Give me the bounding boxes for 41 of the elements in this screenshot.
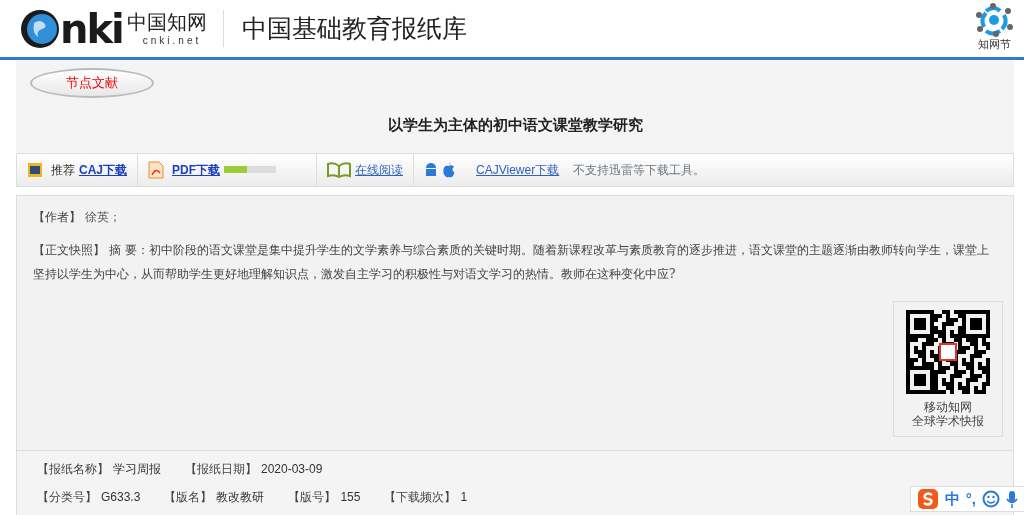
- logo-caption: 知网节: [977, 37, 1011, 54]
- pdf-icon: [148, 160, 164, 179]
- article-title: 以学生为主体的初中语文课堂教学研究: [387, 116, 643, 134]
- snapshot-text: 【正文快照】 摘 要：初中阶段的语文课堂是集中提升学生的文学素养与综合素质的关键时期。随着新课程改革与素质教育的逐步推进，语文课堂的主题逐渐由教师转向学生，课堂上坚持以学生为中心，从而帮助学生更好地理解知识点，激发自主学习的积极性与对语文学习的热情。教师在这种变化中应?: [33, 242, 989, 281]
- logo-domain: cnki.net: [142, 35, 203, 46]
- apple-icon: [442, 161, 456, 178]
- author-label: 【作者】: [33, 209, 81, 224]
- smiley-icon[interactable]: [982, 490, 1000, 508]
- field-value: 155: [340, 488, 361, 506]
- field-label: 【分类号】: [37, 488, 97, 506]
- logo-text: 中国知网: [126, 11, 207, 32]
- field-label: 【报纸名称】: [37, 460, 109, 478]
- download-note: 不支持迅雷等下载工具。: [573, 161, 706, 179]
- field-value: 教改教研: [216, 488, 265, 506]
- online-read-link[interactable]: 在线阅读: [355, 160, 403, 179]
- document-icon: [27, 161, 43, 178]
- caj-download-link[interactable]: CAJ下载: [79, 160, 127, 179]
- microphone-icon[interactable]: [1006, 490, 1018, 508]
- field-label: 【版号】: [288, 488, 337, 506]
- qr-caption: 移动知网: [923, 399, 973, 414]
- pdf-download-link[interactable]: PDF下载: [172, 160, 220, 179]
- input-mode-toggle[interactable]: 中: [944, 487, 960, 511]
- qr-caption: 全球学术快报: [911, 413, 985, 429]
- recommend-label: 推荐: [51, 161, 75, 179]
- node-tab[interactable]: 节点文献: [30, 68, 154, 98]
- author-name: 徐英；: [85, 209, 121, 224]
- flower-icon: [974, 3, 1014, 38]
- sogou-logo-icon[interactable]: [916, 488, 939, 510]
- globe-icon: [20, 8, 60, 49]
- punctuation-toggle[interactable]: °,: [965, 487, 976, 511]
- field-value: 1: [460, 488, 468, 506]
- field-label: 【下载频次】: [384, 488, 457, 506]
- field-value: 2020-03-09: [261, 460, 323, 478]
- field-label: 【版名】: [164, 488, 213, 506]
- book-icon: [327, 161, 351, 178]
- database-title: 中国基础教育报纸库: [222, 9, 467, 48]
- field-value: 学习周报: [113, 460, 161, 478]
- cajviewer-download-link[interactable]: CAJViewer下载: [476, 160, 560, 179]
- field-value: G633.3: [101, 488, 141, 506]
- field-label: 【报纸日期】: [185, 460, 257, 478]
- logo-text: nki: [60, 8, 123, 49]
